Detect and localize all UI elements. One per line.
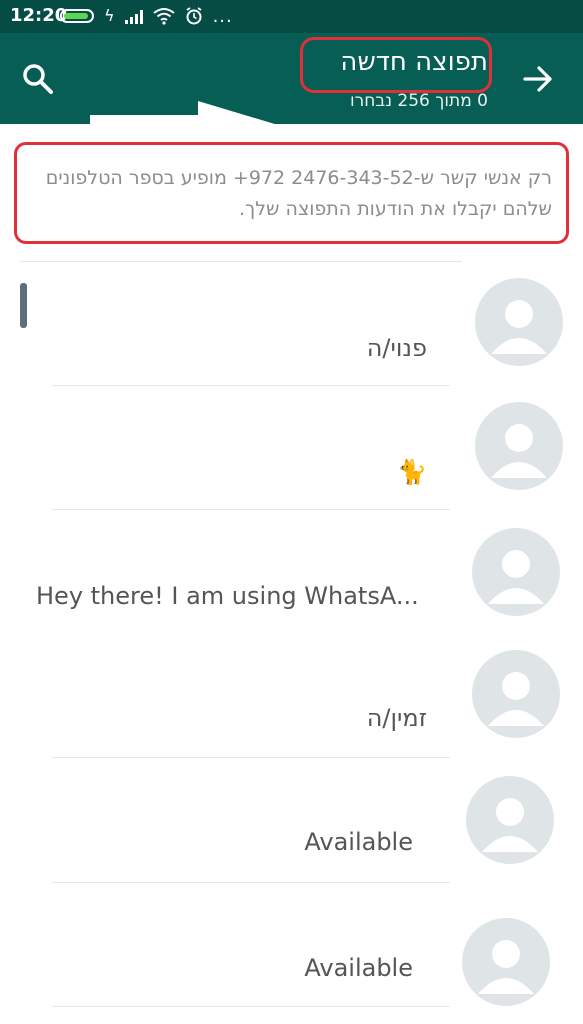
page-title: תפוצה חדשה: [340, 47, 488, 77]
default-avatar-icon: [475, 278, 563, 366]
contact-status: Available: [304, 828, 413, 856]
contact-status: Available: [304, 954, 413, 982]
status-bar: 12:20 ϟ ...: [0, 0, 583, 33]
broadcast-info-banner: רק אנשי קשר ש-2476-343-52 972+ מופיע בספ…: [14, 142, 569, 244]
contact-list-item[interactable]: זמין/ה: [0, 634, 583, 758]
default-avatar-icon: [462, 918, 550, 1006]
charging-icon: ϟ: [104, 6, 115, 25]
default-avatar-icon: [475, 402, 563, 490]
default-avatar-icon: [472, 528, 560, 616]
default-avatar-icon: [466, 776, 554, 864]
selected-count: 0 מתוך 256 נבחרו: [350, 91, 488, 111]
broadcast-info-text: רק אנשי קשר ש-2476-343-52 972+ מופיע בספ…: [45, 167, 552, 220]
wifi-icon: [152, 8, 175, 25]
toolbar: תפוצה חדשה 0 מתוך 256 נבחרו: [0, 33, 583, 149]
status-icons: ϟ ...: [60, 5, 233, 27]
back-button[interactable]: [520, 61, 556, 97]
contact-list-item[interactable]: Available: [0, 758, 583, 883]
search-icon: [23, 64, 53, 94]
arrow-right-icon: [523, 66, 552, 92]
divider: [52, 1006, 450, 1007]
contact-list-item[interactable]: Hey there! I am using WhatsA...: [0, 510, 583, 634]
signal-icon: [124, 8, 143, 24]
default-avatar-icon: [472, 650, 560, 738]
contact-list-item[interactable]: Available: [0, 882, 583, 1007]
contact-status: Hey there! I am using WhatsA...: [36, 582, 419, 610]
contact-list-item[interactable]: 🐈: [0, 386, 583, 510]
status-time: 12:20: [10, 5, 68, 26]
contact-status: זמין/ה: [366, 704, 427, 732]
contact-status: 🐈: [397, 458, 427, 486]
contact-list-item[interactable]: פנוי/ה: [0, 262, 583, 386]
battery-icon: [60, 9, 94, 23]
alarm-icon: [186, 7, 202, 25]
search-button[interactable]: [20, 61, 56, 97]
contact-status: פנוי/ה: [366, 334, 427, 362]
status-more-dots: ...: [212, 5, 233, 27]
